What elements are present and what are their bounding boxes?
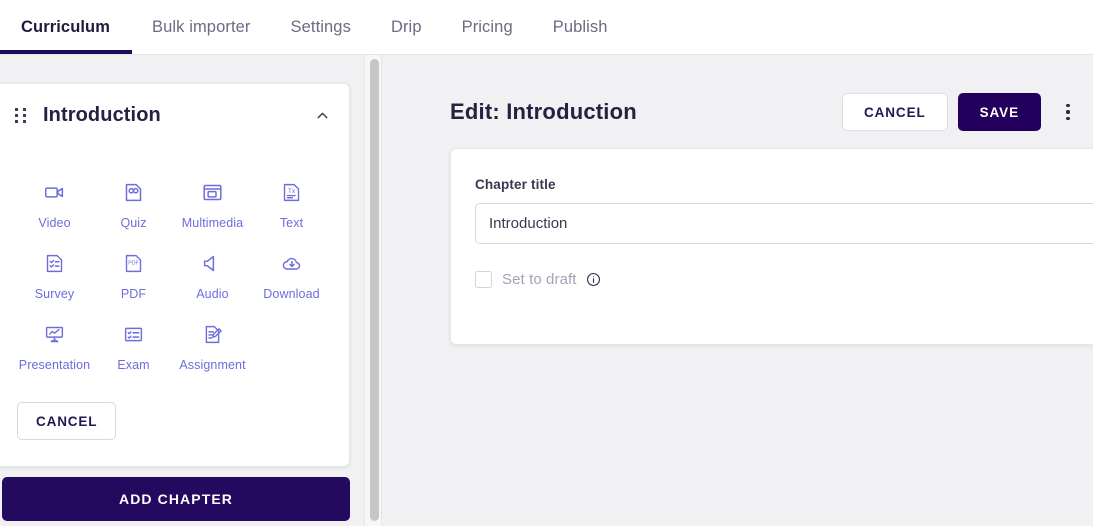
tab-label: Publish (552, 17, 608, 36)
drag-dots-icon[interactable] (15, 107, 27, 123)
tab-label: Settings (290, 17, 351, 36)
content-type-label: Download (263, 287, 320, 301)
chapter-title-label: Chapter title (475, 177, 556, 192)
cloud-download-icon (281, 250, 303, 276)
content-type-multimedia[interactable]: Multimedia (173, 179, 252, 230)
chapter-card: Introduction Video Quiz Multimedia Tx Te… (0, 83, 350, 467)
set-to-draft-row: Set to draft (475, 271, 1085, 288)
content-type-video[interactable]: Video (15, 179, 94, 230)
tab-pricing[interactable]: Pricing (442, 0, 533, 54)
quiz-document-icon (123, 179, 144, 205)
add-chapter-button[interactable]: ADD CHAPTER (2, 477, 350, 521)
more-vertical-icon[interactable] (1055, 97, 1081, 127)
chevron-up-icon[interactable] (309, 102, 335, 128)
content-type-label: PDF (120, 287, 147, 301)
chapter-title-input[interactable] (475, 203, 1093, 244)
set-to-draft-label: Set to draft (502, 271, 577, 288)
content-type-label: Presentation (18, 358, 91, 372)
content-type-label: Quiz (120, 216, 147, 230)
content-type-grid: Video Quiz Multimedia Tx Text Survey PDF… (0, 146, 349, 372)
text-document-icon: Tx (281, 179, 302, 205)
chapter-actions: CANCEL (0, 372, 349, 466)
exam-board-icon (123, 321, 144, 347)
audio-speaker-icon (202, 250, 223, 276)
content-type-exam[interactable]: Exam (94, 321, 173, 372)
content-type-pdf[interactable]: PDF PDF (94, 250, 173, 301)
content-type-survey[interactable]: Survey (15, 250, 94, 301)
save-button[interactable]: SAVE (957, 93, 1041, 131)
presentation-screen-icon (44, 321, 65, 347)
content-type-label: Survey (34, 287, 75, 301)
multimedia-window-icon (202, 179, 223, 205)
content-type-assignment[interactable]: Assignment (173, 321, 252, 372)
content-type-quiz[interactable]: Quiz (94, 179, 173, 230)
chapter-header: Introduction (0, 84, 349, 146)
content-type-label: Exam (117, 358, 150, 372)
chapter-title: Introduction (43, 103, 161, 126)
svg-text:PDF: PDF (128, 260, 139, 266)
content-type-label: Video (38, 216, 71, 230)
content-type-download[interactable]: Download (252, 250, 331, 301)
video-camera-icon (44, 179, 65, 205)
svg-text:Tx: Tx (288, 187, 296, 194)
tab-drip[interactable]: Drip (371, 0, 442, 54)
cancel-button[interactable]: CANCEL (841, 93, 948, 131)
tab-bulk-importer[interactable]: Bulk importer (132, 0, 271, 54)
survey-checklist-icon (44, 250, 65, 276)
tab-curriculum[interactable]: Curriculum (0, 0, 133, 54)
pdf-document-icon: PDF (123, 250, 144, 276)
assignment-pencil-icon (202, 321, 223, 347)
set-to-draft-checkbox[interactable] (475, 271, 492, 288)
main-tabbar: Curriculum Bulk importer Settings Drip P… (0, 0, 1093, 55)
content-type-label: Assignment (179, 358, 246, 372)
tab-settings[interactable]: Settings (271, 0, 371, 54)
sidebar-scrollbar-thumb[interactable] (370, 59, 379, 521)
content-type-presentation[interactable]: Presentation (15, 321, 94, 372)
sidebar-scrollbar-track[interactable] (364, 55, 382, 526)
edit-panel-header: Edit: Introduction CANCEL SAVE (450, 88, 1093, 136)
content-type-label: Audio (196, 287, 229, 301)
chapter-form-card: Chapter title Set to draft (450, 148, 1093, 345)
content-type-text[interactable]: Tx Text (252, 179, 331, 230)
tab-label: Bulk importer (152, 17, 251, 36)
course-curriculum-editor: Curriculum Bulk importer Settings Drip P… (0, 0, 1093, 526)
tab-label: Curriculum (21, 17, 111, 36)
tab-label: Pricing (461, 17, 513, 36)
content-type-label: Text (279, 216, 304, 230)
edit-panel: Edit: Introduction CANCEL SAVE Chapter t… (382, 55, 1093, 526)
page-title: Edit: Introduction (450, 99, 637, 124)
curriculum-sidebar: Introduction Video Quiz Multimedia Tx Te… (0, 55, 364, 526)
info-circle-icon[interactable] (586, 272, 601, 287)
content-type-label: Multimedia (181, 216, 244, 230)
content-type-audio[interactable]: Audio (173, 250, 252, 301)
chapter-cancel-button[interactable]: CANCEL (17, 402, 117, 440)
tab-label: Drip (390, 17, 422, 36)
tab-publish[interactable]: Publish (533, 0, 628, 54)
